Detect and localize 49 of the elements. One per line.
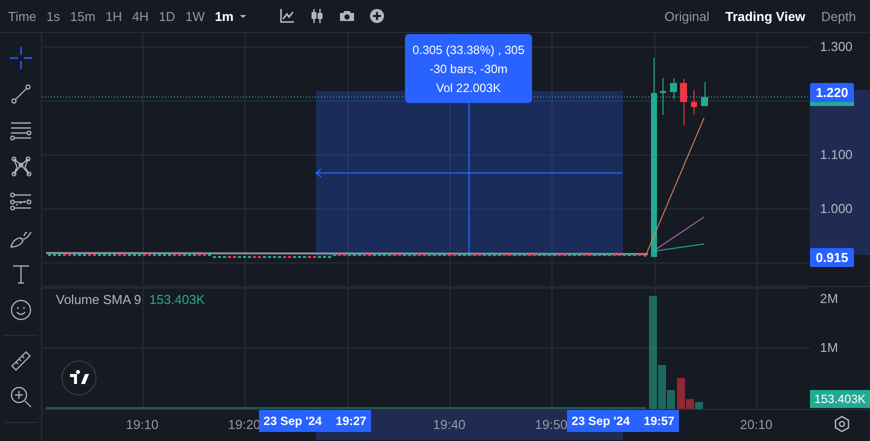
last-price-label: 1.220 [810, 83, 854, 102]
candle [670, 78, 677, 100]
measure-text: 0.305 (33.38%) , 305 [412, 42, 525, 56]
candle [680, 78, 687, 126]
view-tab[interactable]: Original [658, 8, 716, 24]
settings-icon[interactable] [833, 415, 851, 433]
time-label: 19:10 [126, 417, 159, 432]
range-time-label: 23 Sep '24 19:57 [567, 410, 679, 432]
view-tab[interactable]: Trading View [719, 8, 812, 24]
interval-tab[interactable]: Time [4, 8, 40, 24]
volume-label: 2M [820, 291, 838, 307]
time-label: 19:50 [535, 417, 568, 432]
price-label: 1.300 [820, 39, 853, 55]
measure-text: -30 bars, -30m [429, 62, 508, 76]
indicator-value: 153.403K [149, 292, 205, 307]
indicator-name: Volume SMA 9 [56, 292, 142, 307]
pattern-icon[interactable] [10, 155, 32, 177]
candles-icon[interactable] [308, 8, 325, 24]
interval-tab[interactable]: 15m [66, 8, 100, 24]
smiley-icon[interactable] [10, 299, 32, 321]
time-label: 19:40 [433, 417, 466, 432]
interval-tab[interactable]: 1m [210, 8, 251, 24]
measure-text: Vol 22.003K [436, 80, 501, 94]
add-icon[interactable] [368, 8, 385, 24]
interval-tab[interactable]: 1D [154, 8, 180, 24]
volume-label: 1M [820, 340, 838, 356]
range-low-label: 0.915 [810, 248, 854, 267]
logo-icon [61, 360, 97, 396]
range-time-label: 23 Sep '24 19:27 [259, 410, 371, 432]
camera-icon[interactable] [338, 8, 355, 24]
price-label: 1.000 [820, 201, 853, 217]
interval-tab[interactable]: 1s [42, 8, 64, 24]
ruler-icon[interactable] [10, 350, 32, 372]
forecast-lines-icon[interactable] [10, 191, 32, 213]
candle [660, 78, 666, 116]
view-tab[interactable]: Depth [815, 8, 862, 24]
chart-indicator-icon[interactable] [278, 8, 295, 24]
zoom-in-icon[interactable] [10, 386, 32, 408]
interval-tab[interactable]: 4H [128, 8, 153, 24]
interval-tab[interactable]: 1H [101, 8, 126, 24]
crosshair-icon[interactable] [10, 47, 32, 69]
caret-icon [238, 14, 247, 18]
interval-tab[interactable]: 1W [181, 8, 209, 24]
trend-line-icon[interactable] [10, 83, 32, 105]
candle [691, 90, 697, 116]
last-volume-label: 153.403K [810, 390, 870, 408]
candle [701, 82, 708, 106]
price-label: 1.100 [820, 147, 853, 163]
time-label: 20:10 [740, 417, 773, 432]
